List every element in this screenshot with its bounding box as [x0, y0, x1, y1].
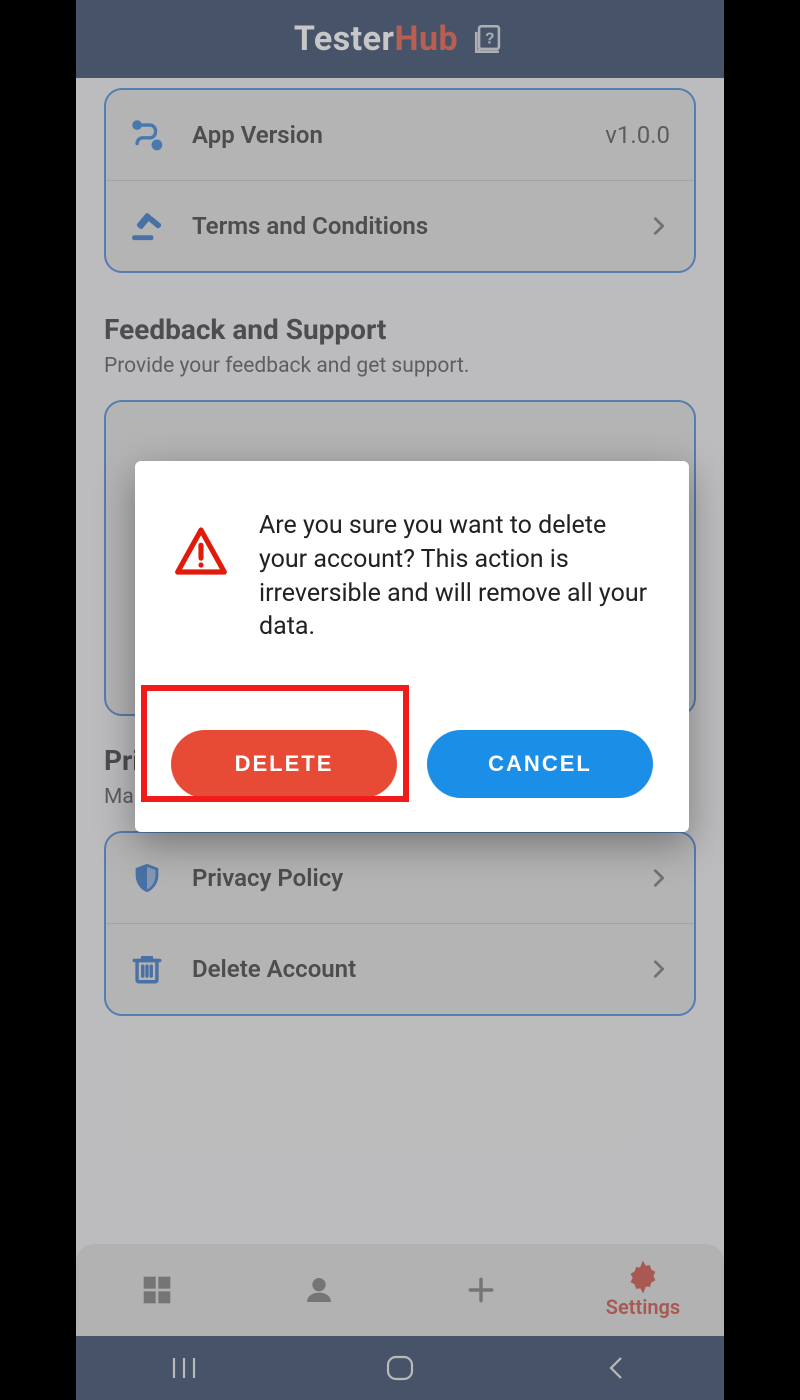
delete-button[interactable]: DELETE	[171, 730, 397, 798]
dialog-message: Are you sure you want to delete your acc…	[259, 509, 653, 644]
delete-confirm-dialog: Are you sure you want to delete your acc…	[135, 461, 689, 832]
cancel-button[interactable]: CANCEL	[427, 730, 653, 798]
app-viewport: TesterHub ?	[76, 0, 724, 1400]
warning-icon	[171, 509, 231, 579]
